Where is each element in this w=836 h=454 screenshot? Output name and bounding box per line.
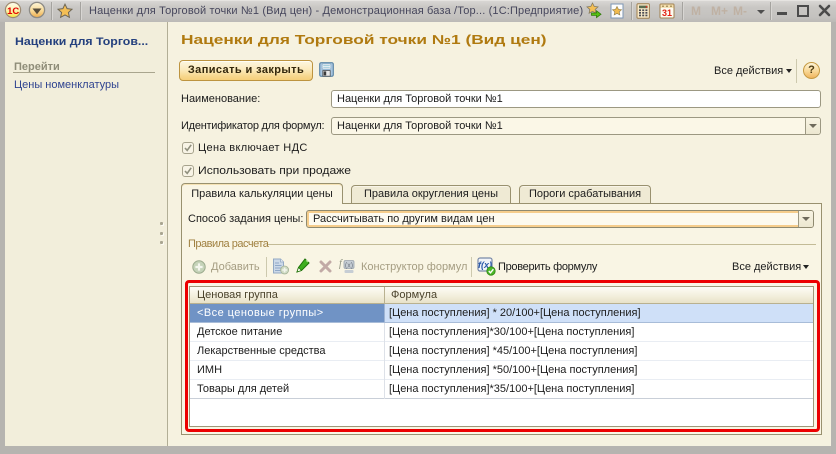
svg-text:1С: 1С — [7, 6, 19, 17]
svg-text:31: 31 — [662, 8, 672, 18]
svg-text:f: f — [339, 259, 343, 270]
svg-text:(x): (x) — [345, 262, 353, 269]
